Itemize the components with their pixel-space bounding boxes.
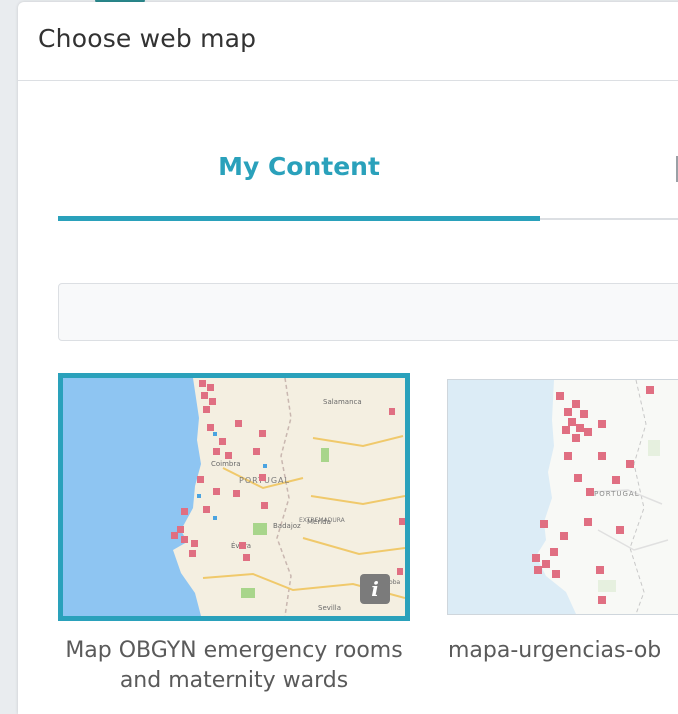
map-label: Mérida — [307, 518, 331, 526]
search-input[interactable] — [58, 283, 678, 341]
info-icon[interactable]: i — [360, 574, 390, 604]
map-label: Badajoz — [273, 522, 301, 530]
dialog-title: Choose web map — [38, 24, 257, 53]
choose-web-map-dialog: Choose web map My Content Coimbra Salama… — [18, 2, 678, 714]
map-thumbnail-1: Coimbra Salamanca PORTUGAL EXTREMADURA B… — [63, 378, 405, 616]
tab-active-indicator — [58, 216, 540, 221]
web-map-card-title-1[interactable]: Map OBGYN emergency rooms and maternity … — [58, 636, 410, 696]
web-map-card-title-2[interactable]: mapa-urgencias-ob — [448, 636, 678, 666]
web-map-card-thumbnail-2[interactable]: PORTUGAL — [447, 379, 678, 615]
map-label: Coimbra — [211, 460, 241, 468]
map-label: Salamanca — [323, 398, 362, 406]
map-label: Sevilla — [318, 604, 341, 612]
map-label: PORTUGAL — [594, 490, 640, 498]
title-divider — [18, 80, 678, 81]
tab-my-content[interactable]: My Content — [58, 152, 540, 181]
map-thumbnail-2: PORTUGAL — [448, 380, 678, 614]
web-map-card-thumbnail-1[interactable]: Coimbra Salamanca PORTUGAL EXTREMADURA B… — [58, 373, 410, 621]
